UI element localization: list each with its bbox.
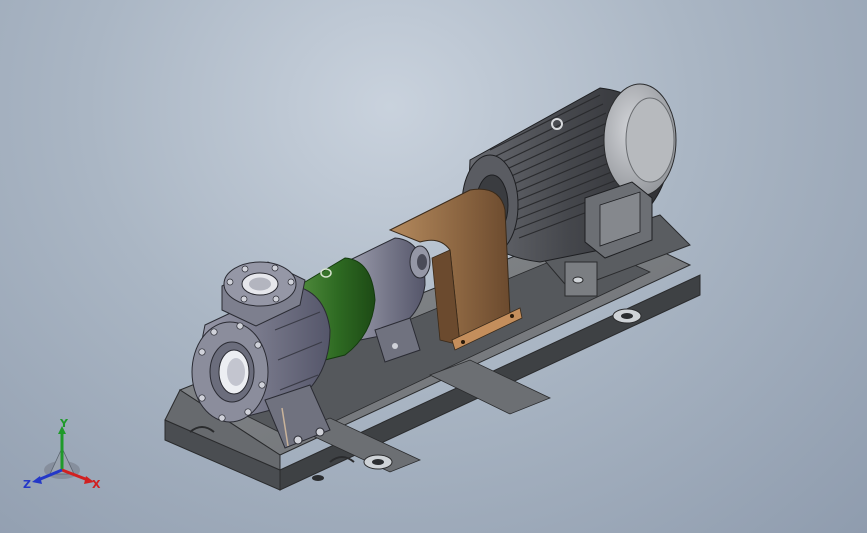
- pump-assembly-model[interactable]: [0, 0, 867, 533]
- z-axis-arrow-icon: [32, 476, 42, 484]
- x-axis-label: X: [92, 478, 101, 491]
- suction-flange[interactable]: [191, 321, 269, 423]
- z-axis-label: Z: [23, 478, 31, 491]
- y-axis-label: Y: [59, 418, 69, 430]
- cad-viewport[interactable]: Y X Z: [0, 0, 867, 533]
- orientation-triad: Y X Z: [23, 418, 101, 491]
